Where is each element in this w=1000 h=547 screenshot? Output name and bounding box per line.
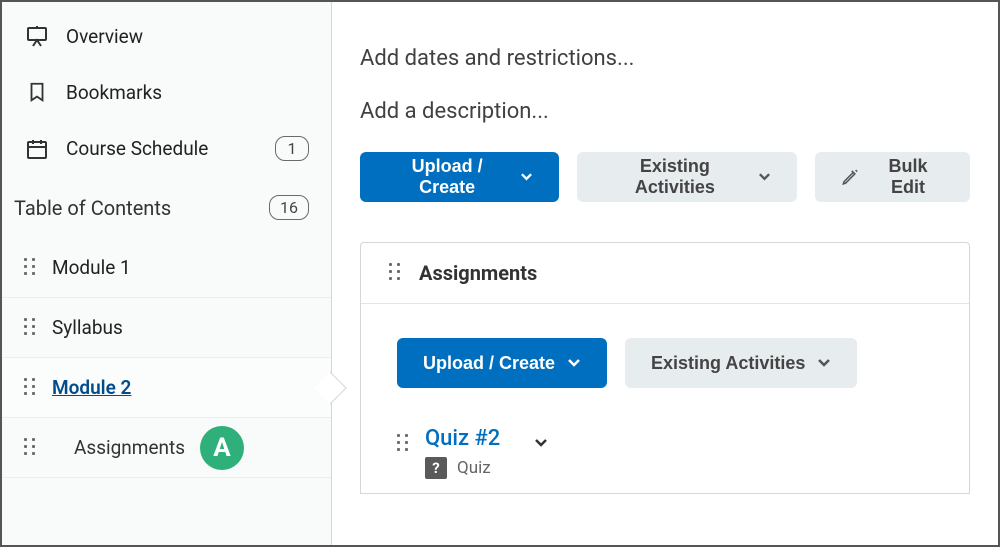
- drag-handle-icon[interactable]: [24, 258, 38, 278]
- edit-icon: [841, 167, 859, 187]
- chevron-down-icon: [567, 358, 581, 368]
- sidebar-item-label: Assignments: [74, 436, 185, 459]
- assignments-panel: Assignments Upload / Create Existing Act…: [360, 242, 970, 494]
- sidebar-bookmarks-label: Bookmarks: [66, 81, 162, 104]
- content-item-body: Quiz #2 ? Quiz: [425, 426, 500, 479]
- bulk-edit-label: Bulk Edit: [872, 156, 944, 198]
- drag-handle-icon[interactable]: [24, 378, 38, 398]
- sidebar-overview[interactable]: Overview: [2, 8, 331, 64]
- sidebar: Overview Bookmarks Course Schedule 1 Tab…: [2, 2, 332, 545]
- chevron-down-icon[interactable]: [534, 438, 548, 448]
- panel-header[interactable]: Assignments: [361, 243, 969, 304]
- panel-title: Assignments: [419, 261, 537, 285]
- drag-handle-icon[interactable]: [24, 438, 38, 458]
- annotation-badge-a: A: [200, 426, 244, 470]
- sidebar-overview-label: Overview: [66, 25, 143, 48]
- sidebar-toc[interactable]: Table of Contents 16: [2, 177, 331, 238]
- drag-handle-icon[interactable]: [24, 318, 38, 338]
- chevron-down-icon: [817, 358, 831, 368]
- sidebar-item-module-1[interactable]: Module 1: [2, 238, 331, 298]
- add-description-link[interactable]: Add a description...: [360, 99, 970, 124]
- schedule-count-badge: 1: [275, 136, 309, 161]
- sidebar-item-module-2[interactable]: Module 2: [2, 358, 331, 418]
- panel-upload-create-label: Upload / Create: [423, 353, 555, 374]
- content-item-title[interactable]: Quiz #2: [425, 426, 500, 451]
- chevron-down-icon: [758, 172, 771, 182]
- content-item-quiz[interactable]: Quiz #2 ? Quiz: [397, 422, 933, 483]
- sidebar-schedule-label: Course Schedule: [66, 137, 208, 160]
- bulk-edit-button[interactable]: Bulk Edit: [815, 152, 970, 202]
- existing-activities-label: Existing Activities: [603, 156, 746, 198]
- main-content: Add dates and restrictions... Add a desc…: [332, 2, 998, 545]
- sidebar-schedule[interactable]: Course Schedule 1: [2, 120, 331, 177]
- presentation-icon: [24, 24, 50, 48]
- panel-existing-activities-button[interactable]: Existing Activities: [625, 338, 857, 388]
- drag-handle-icon[interactable]: [397, 434, 411, 454]
- sidebar-item-label: Module 2: [52, 376, 131, 399]
- toc-count-badge: 16: [269, 195, 309, 220]
- toc-label: Table of Contents: [14, 196, 171, 220]
- bookmark-icon: [24, 80, 50, 104]
- panel-body: Upload / Create Existing Activities Quiz…: [361, 304, 969, 493]
- content-item-type: Quiz: [457, 458, 491, 478]
- upload-create-label: Upload / Create: [386, 156, 508, 198]
- sidebar-item-assignments[interactable]: Assignments A: [2, 418, 331, 478]
- panel-upload-create-button[interactable]: Upload / Create: [397, 338, 607, 388]
- upload-create-button[interactable]: Upload / Create: [360, 152, 559, 202]
- quiz-type-icon: ?: [425, 457, 447, 479]
- add-dates-link[interactable]: Add dates and restrictions...: [360, 46, 970, 71]
- sidebar-item-label: Syllabus: [52, 316, 123, 339]
- panel-existing-activities-label: Existing Activities: [651, 353, 805, 374]
- existing-activities-button[interactable]: Existing Activities: [577, 152, 797, 202]
- sidebar-bookmarks[interactable]: Bookmarks: [2, 64, 331, 120]
- drag-handle-icon[interactable]: [389, 263, 403, 283]
- calendar-icon: [24, 137, 50, 161]
- sidebar-item-syllabus[interactable]: Syllabus: [2, 298, 331, 358]
- toolbar: Upload / Create Existing Activities Bulk…: [360, 152, 970, 202]
- chevron-down-icon: [520, 172, 533, 182]
- sidebar-item-label: Module 1: [52, 256, 131, 279]
